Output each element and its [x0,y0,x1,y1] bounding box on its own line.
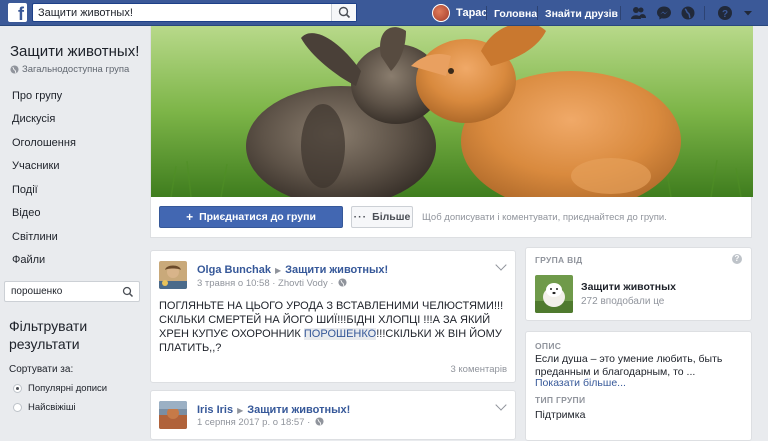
join-group-button[interactable]: + Приєднатися до групи [159,206,343,228]
plus-icon: + [186,210,194,224]
group-by-title: ГРУПА ВІД [535,255,583,265]
feed-post: Olga Bunchak ▶ Защити животных! 3 травня о… [150,250,516,383]
help-icon[interactable]: ? [732,254,742,264]
group-privacy: Загальнодоступна група [10,64,129,75]
find-friends-link[interactable]: Знайти друзів [545,8,618,20]
sidebar-item-announcements[interactable]: Оголошення [12,137,76,149]
post-header: Olga Bunchak ▶ Защити животных! [197,264,388,276]
group-type-value: Підтримка [535,409,586,421]
rabbits-cover-image [151,26,753,197]
search-input[interactable] [33,4,333,21]
ellipsis-icon: ··· [353,211,368,223]
divider [620,6,621,20]
messenger-icon[interactable] [656,5,672,21]
page-name[interactable]: Защити животных [581,281,676,293]
globe-icon [338,278,347,287]
search-button[interactable] [331,4,356,21]
notifications-globe-icon[interactable] [680,5,696,21]
more-button[interactable]: ··· Більше [351,206,413,228]
group-by-card: ГРУПА ВІД ? Защити животных 272 вподобал… [525,247,752,321]
filter-results-title: Фільтрувати результати [9,318,88,352]
profile-link[interactable]: Тарас [432,4,488,22]
home-link[interactable]: Головна [494,8,537,20]
radio-button[interactable] [13,403,22,412]
sidebar-item-discussion[interactable]: Дискусія [12,113,55,125]
search-bar[interactable] [32,3,357,22]
avatar [432,4,450,22]
post-text: ПОГЛЯНЬТЕ НА ЦЬОГО УРОДА З ВСТАВЛЕНИМИ Ч… [159,299,509,355]
search-icon[interactable] [122,286,134,298]
sidebar-item-about[interactable]: Про групу [12,90,62,102]
group-cover-card: + Приєднатися до групи ··· Більше Щоб до… [150,26,753,238]
sidebar-item-photos[interactable]: Світлини [12,231,58,243]
chevron-down-icon[interactable] [740,5,756,21]
divider [486,6,487,20]
facebook-logo[interactable]: f [8,3,27,22]
sidebar-item-members[interactable]: Учасники [12,160,60,172]
group-search-input[interactable]: порошенко [4,281,140,302]
post-author-avatar[interactable] [159,401,187,429]
arrow-right-icon: ▶ [274,266,282,275]
sidebar-item-events[interactable]: Події [12,184,38,196]
svg-text:?: ? [722,9,728,20]
group-description-card: ОПИС Если душа – это умение любить, быть… [525,331,752,441]
post-meta: 1 серпня 2017 р. о 18:57 · [197,417,324,428]
post-header: Iris Iris ▶ Защити животных! [197,404,350,416]
sort-option-popular[interactable]: Популярні дописи [13,383,107,394]
post-group-link[interactable]: Защити животных! [247,404,350,416]
search-highlight: ПОРОШЕНКО [303,328,377,340]
post-timestamp[interactable]: 3 травня о 10:58 · Zhovti Vody · [197,278,334,289]
post-meta: 3 травня о 10:58 · Zhovti Vody · [197,278,347,289]
top-navigation-bar: f Тарас Головна Знайти друзів ? [0,0,768,26]
feed-post: Iris Iris ▶ Защити животных! 1 серпня 2017… [150,390,516,440]
sort-label: Сортувати за: [9,364,74,375]
globe-icon [315,417,324,426]
group-title[interactable]: Защити животных! [10,43,139,60]
page-likes: 272 вподобали це [581,296,665,307]
dog-thumbnail-image [535,275,573,313]
group-type-title: ТИП ГРУПИ [535,395,586,405]
post-options-chevron-icon[interactable] [495,399,507,411]
search-icon [338,6,351,19]
join-group-label: Приєднатися до групи [199,211,316,223]
friend-requests-icon[interactable] [630,5,646,21]
more-label: Більше [372,211,411,223]
group-privacy-label: Загальнодоступна група [22,64,130,75]
description-title: ОПИС [535,341,562,351]
divider [537,6,538,20]
post-timestamp[interactable]: 1 серпня 2017 р. о 18:57 · [197,417,310,428]
sidebar-item-videos[interactable]: Відео [12,207,40,219]
user-name: Тарас [456,7,488,19]
post-comments-count[interactable]: 3 коментарів [451,364,508,375]
group-search-value: порошенко [11,286,63,297]
avatar-image [159,401,187,429]
show-more-label: Показати більше [535,377,618,389]
join-hint-text: Щоб дописувати і коментувати, приєднайте… [422,212,667,223]
avatar-image [159,261,187,289]
cover-photo[interactable] [151,26,753,197]
post-author-name[interactable]: Iris Iris [197,404,233,416]
post-group-link[interactable]: Защити животных! [285,264,388,276]
divider [704,6,705,20]
post-options-chevron-icon[interactable] [495,259,507,271]
show-more-link[interactable]: Показати більше... [535,377,626,389]
help-icon[interactable]: ? [717,5,733,21]
post-author-avatar[interactable] [159,261,187,289]
description-text: Если душа – это умение любить, быть пред… [535,353,723,378]
page-thumbnail[interactable] [535,275,573,313]
sort-option-label: Популярні дописи [28,383,108,394]
sort-option-label: Найсвіжіші [28,402,76,413]
radio-button-selected[interactable] [13,384,22,393]
arrow-right-icon: ▶ [237,406,244,415]
sidebar-item-files[interactable]: Файли [12,254,45,266]
post-author-name[interactable]: Olga Bunchak [197,264,271,276]
sort-option-recent[interactable]: Найсвіжіші [13,402,76,413]
globe-icon [10,65,19,74]
